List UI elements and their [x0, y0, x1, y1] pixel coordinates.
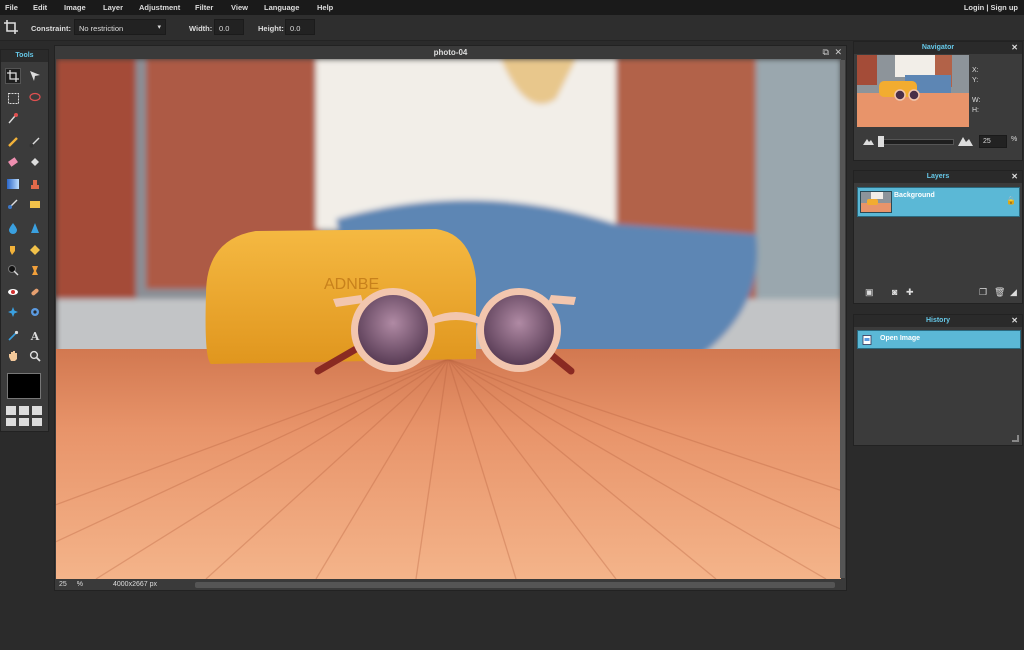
image-size-label: 4000x2667 px [113, 581, 157, 588]
brush-tool-icon[interactable] [27, 134, 43, 150]
new-layer-icon[interactable]: ❐ [979, 287, 987, 298]
layer-settings-icon[interactable]: ▣ [865, 287, 874, 298]
lasso-tool-icon[interactable] [27, 90, 43, 106]
drawing-tool-icon[interactable] [27, 196, 43, 212]
vertical-scrollbar[interactable] [840, 60, 845, 578]
width-field[interactable]: 0.0 [214, 19, 244, 35]
close-icon[interactable]: ✕ [834, 47, 842, 57]
red-eye-tool-icon[interactable] [5, 284, 21, 300]
lock-icon: 🔒 [1006, 196, 1016, 205]
constraint-value: No restriction [79, 24, 124, 33]
document-window: photo-04 ⧉ ✕ ADNBE 25 % 4000x2667 px [54, 45, 847, 591]
resize-grip-icon[interactable] [1012, 435, 1019, 442]
tools-panel: Tools A [0, 49, 49, 432]
move-tool-icon[interactable] [27, 68, 43, 84]
height-field[interactable]: 0.0 [285, 19, 315, 35]
navigator-zoom-field[interactable]: 25 [979, 135, 1007, 148]
crop-icon [4, 20, 18, 34]
menu-layer[interactable]: Layer [103, 3, 123, 12]
resize-grip-icon[interactable]: ◢ [1010, 287, 1017, 298]
horizontal-scrollbar[interactable] [195, 582, 835, 588]
height-label: Height: [258, 24, 284, 33]
close-icon[interactable]: ✕ [1011, 316, 1018, 325]
layer-row-background[interactable]: Background 🔒 [857, 187, 1020, 217]
document-title: photo-04 [433, 48, 468, 57]
smudge-tool-icon[interactable] [5, 242, 21, 258]
tool-options-bar: Constraint: No restriction ▾ Width: 0.0 … [0, 15, 1024, 41]
pencil-tool-icon[interactable] [5, 134, 21, 150]
menu-filter[interactable]: Filter [195, 3, 213, 12]
history-title: History [925, 317, 951, 324]
hand-tool-icon[interactable] [5, 348, 21, 364]
tools-panel-title: Tools [1, 50, 48, 62]
zoom-value[interactable]: 25 [59, 581, 67, 588]
fill-bucket-tool-icon[interactable] [27, 154, 43, 170]
menu-file[interactable]: File [5, 3, 18, 12]
zoom-unit: % [76, 581, 83, 588]
trash-icon[interactable]: 🗑 [994, 287, 1005, 298]
zoom-out-mountain-icon[interactable] [863, 137, 874, 145]
type-tool-icon[interactable]: A [27, 328, 43, 344]
eraser-tool-icon[interactable] [5, 154, 21, 170]
constraint-label: Constraint: [31, 24, 71, 33]
navigator-zoom-unit: % [1011, 136, 1018, 143]
navigator-x-label: X: [972, 67, 979, 74]
clone-stamp-tool-icon[interactable] [27, 176, 43, 192]
menu-bar: File Edit Image Layer Adjustment Filter … [0, 0, 1024, 15]
close-icon[interactable]: ✕ [1011, 172, 1018, 181]
document-status-bar: 25 % 4000x2667 px [55, 579, 846, 591]
layer-name: Background [894, 192, 935, 199]
layers-title: Layers [926, 173, 950, 180]
crop-tool-icon[interactable] [5, 68, 21, 84]
color-picker-tool-icon[interactable] [5, 328, 21, 344]
foreground-color-swatch[interactable] [7, 373, 41, 399]
history-item-name: Open Image [880, 335, 921, 342]
pinch-tool-icon[interactable] [27, 304, 43, 320]
menu-edit[interactable]: Edit [33, 3, 47, 12]
bloat-tool-icon[interactable] [5, 304, 21, 320]
burn-tool-icon[interactable] [27, 262, 43, 278]
tool-grid-icon[interactable] [6, 406, 42, 426]
menu-help[interactable]: Help [317, 3, 333, 12]
menu-adjustment[interactable]: Adjustment [139, 3, 180, 12]
sharpen-tool-icon[interactable] [27, 220, 43, 236]
magic-wand-tool-icon[interactable] [5, 110, 21, 126]
width-label: Width: [189, 24, 213, 33]
gradient-tool-icon[interactable] [5, 176, 21, 192]
marquee-tool-icon[interactable] [5, 90, 21, 106]
navigator-zoom-slider[interactable] [878, 139, 954, 145]
menu-view[interactable]: View [231, 3, 248, 12]
navigator-y-label: Y: [972, 77, 979, 84]
layers-panel: Layers ✕ Background 🔒 ▣ ◙ ✚ ❐ 🗑 ◢ [853, 170, 1023, 304]
image-canvas[interactable]: ADNBE [56, 59, 841, 579]
document-icon [862, 335, 872, 345]
add-layer-style-icon[interactable]: ✚ [906, 287, 914, 298]
zoom-in-mountain-icon[interactable] [958, 135, 973, 146]
chevron-down-icon: ▾ [157, 24, 161, 31]
layer-mask-icon[interactable]: ◙ [892, 287, 897, 297]
layer-thumbnail [860, 191, 892, 213]
login-signup-links[interactable]: Login | Sign up [964, 3, 1018, 12]
case-logo-text: ADNBE [324, 276, 379, 293]
menu-language[interactable]: Language [264, 3, 299, 12]
dodge-tool-icon[interactable] [5, 262, 21, 278]
blur-tool-icon[interactable] [5, 220, 21, 236]
menu-image[interactable]: Image [64, 3, 86, 12]
navigator-zoom-knob[interactable] [878, 136, 884, 147]
navigator-panel: Navigator ✕ X: Y: W: H: 25 % [853, 41, 1023, 161]
spot-heal-tool-icon[interactable] [27, 284, 43, 300]
constraint-select[interactable]: No restriction ▾ [74, 19, 166, 35]
navigator-title: Navigator [921, 44, 955, 51]
close-icon[interactable]: ✕ [1011, 43, 1018, 52]
color-replace-tool-icon[interactable] [5, 196, 21, 212]
navigator-h-label: H: [972, 107, 979, 114]
restore-window-icon[interactable]: ⧉ [823, 47, 829, 57]
sponge-tool-icon[interactable] [27, 242, 43, 258]
navigator-thumbnail[interactable] [857, 55, 969, 127]
history-item-open-image[interactable]: Open Image [857, 330, 1021, 349]
zoom-tool-icon[interactable] [27, 348, 43, 364]
history-panel: History ✕ Open Image [853, 314, 1023, 446]
navigator-w-label: W: [972, 97, 981, 104]
